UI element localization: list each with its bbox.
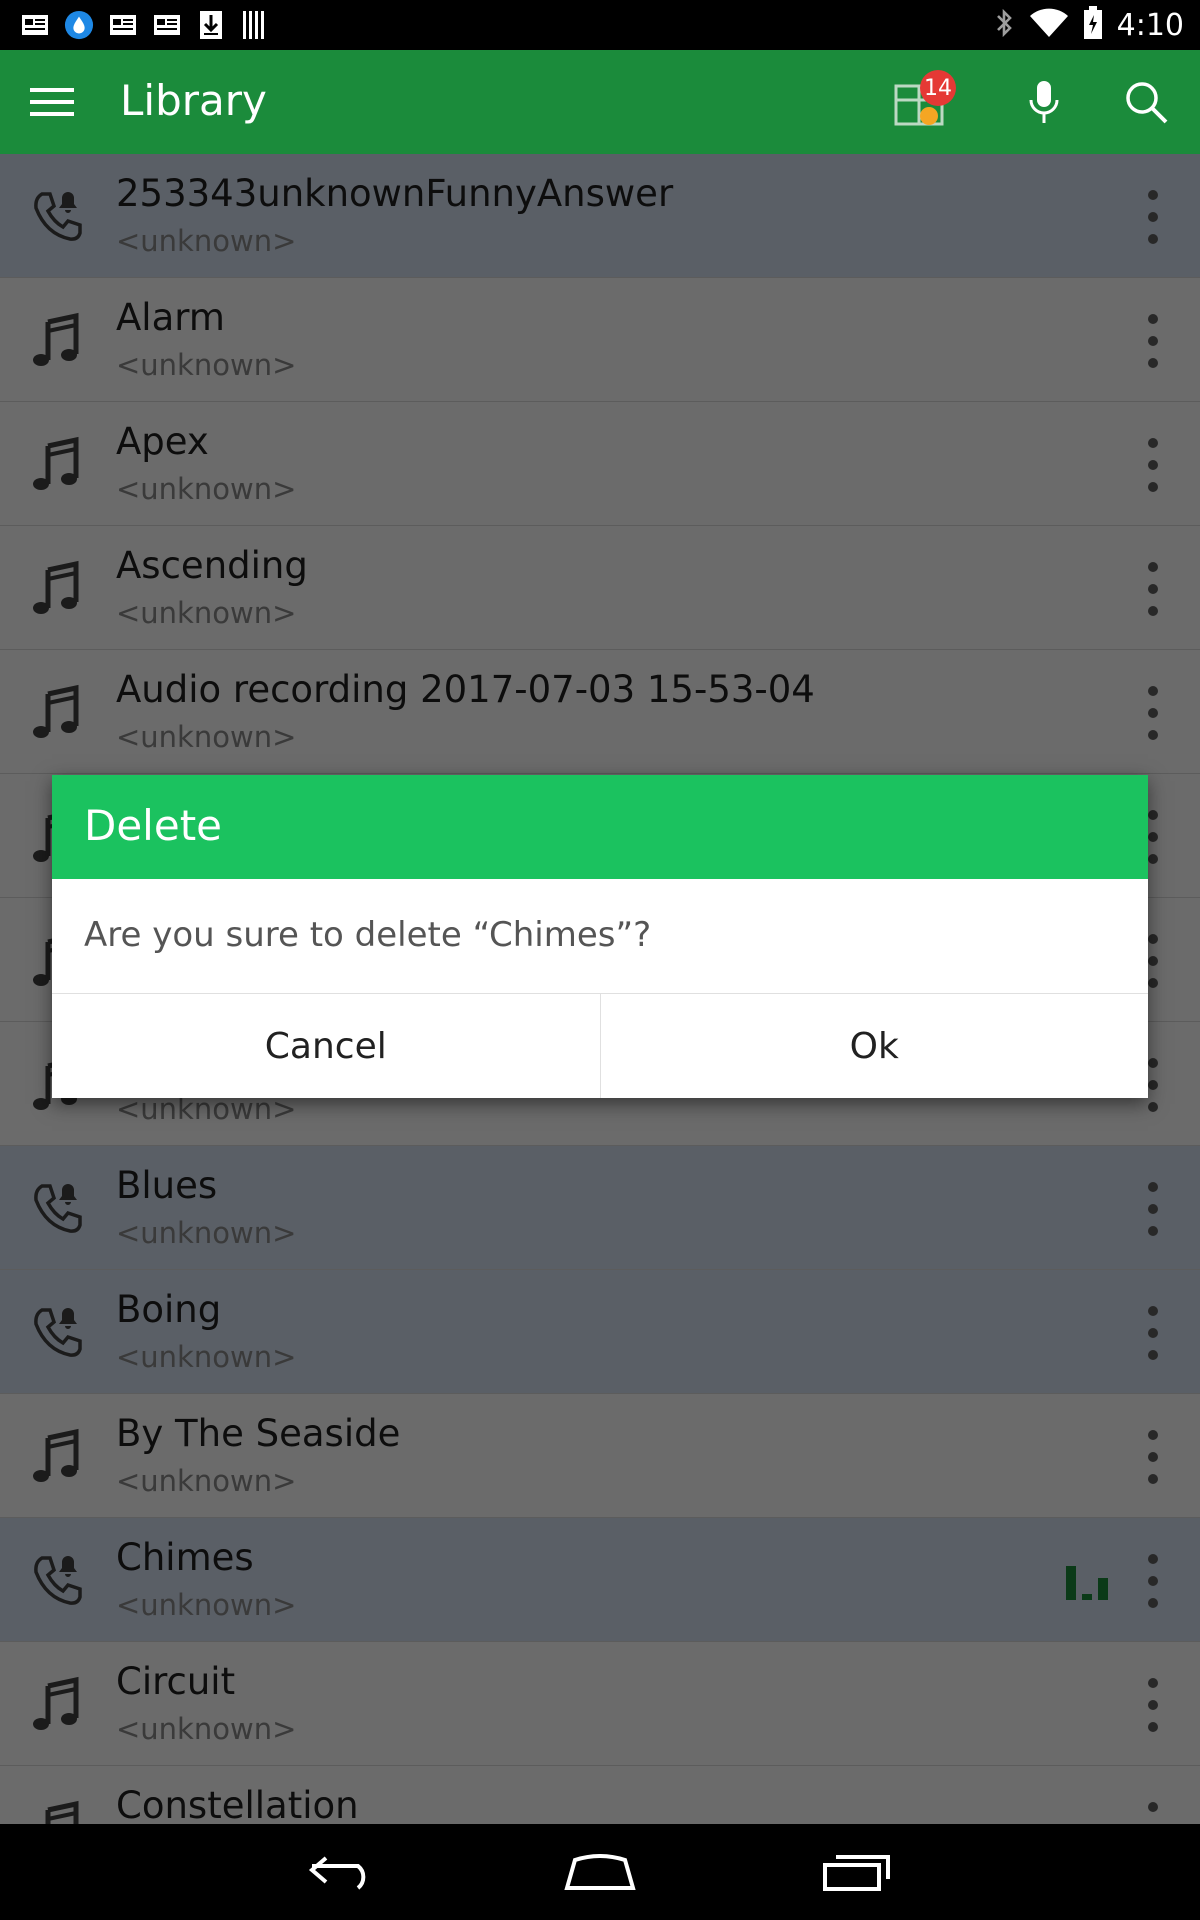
droplet-app-icon [64, 10, 94, 40]
newspaper-icon [108, 12, 138, 38]
search-icon[interactable] [1118, 74, 1174, 130]
ok-button[interactable]: Ok [599, 994, 1148, 1098]
dialog-message: Are you sure to delete “Chimes”? [84, 915, 652, 955]
status-bar: 4:10 [0, 0, 1200, 50]
microphone-icon[interactable] [1016, 74, 1072, 130]
dialog-header: Delete [52, 775, 1148, 879]
delete-dialog: Delete Are you sure to delete “Chimes”? … [52, 775, 1148, 1098]
notification-icons [0, 10, 270, 40]
barcode-icon [240, 11, 270, 39]
battery-icon [1083, 6, 1103, 44]
dialog-title: Delete [84, 801, 222, 850]
navigation-bar [0, 1824, 1200, 1920]
back-icon[interactable] [306, 1844, 380, 1900]
home-icon[interactable] [562, 1844, 638, 1900]
recent-apps-icon[interactable] [822, 1844, 892, 1900]
newspaper-icon [152, 12, 182, 38]
wifi-icon [1029, 8, 1069, 42]
dialog-actions: Cancel Ok [52, 994, 1148, 1098]
page-title: Library [120, 76, 267, 125]
download-icon [196, 11, 226, 39]
app-bar: Library 14 [0, 50, 1200, 154]
menu-icon[interactable] [24, 74, 80, 130]
dialog-body: Are you sure to delete “Chimes”? [52, 879, 1148, 994]
cancel-button[interactable]: Cancel [52, 994, 600, 1098]
bluetooth-icon [993, 7, 1015, 43]
newspaper-icon [20, 12, 50, 38]
clock: 4:10 [1116, 7, 1184, 43]
notification-badge: 14 [920, 70, 956, 106]
